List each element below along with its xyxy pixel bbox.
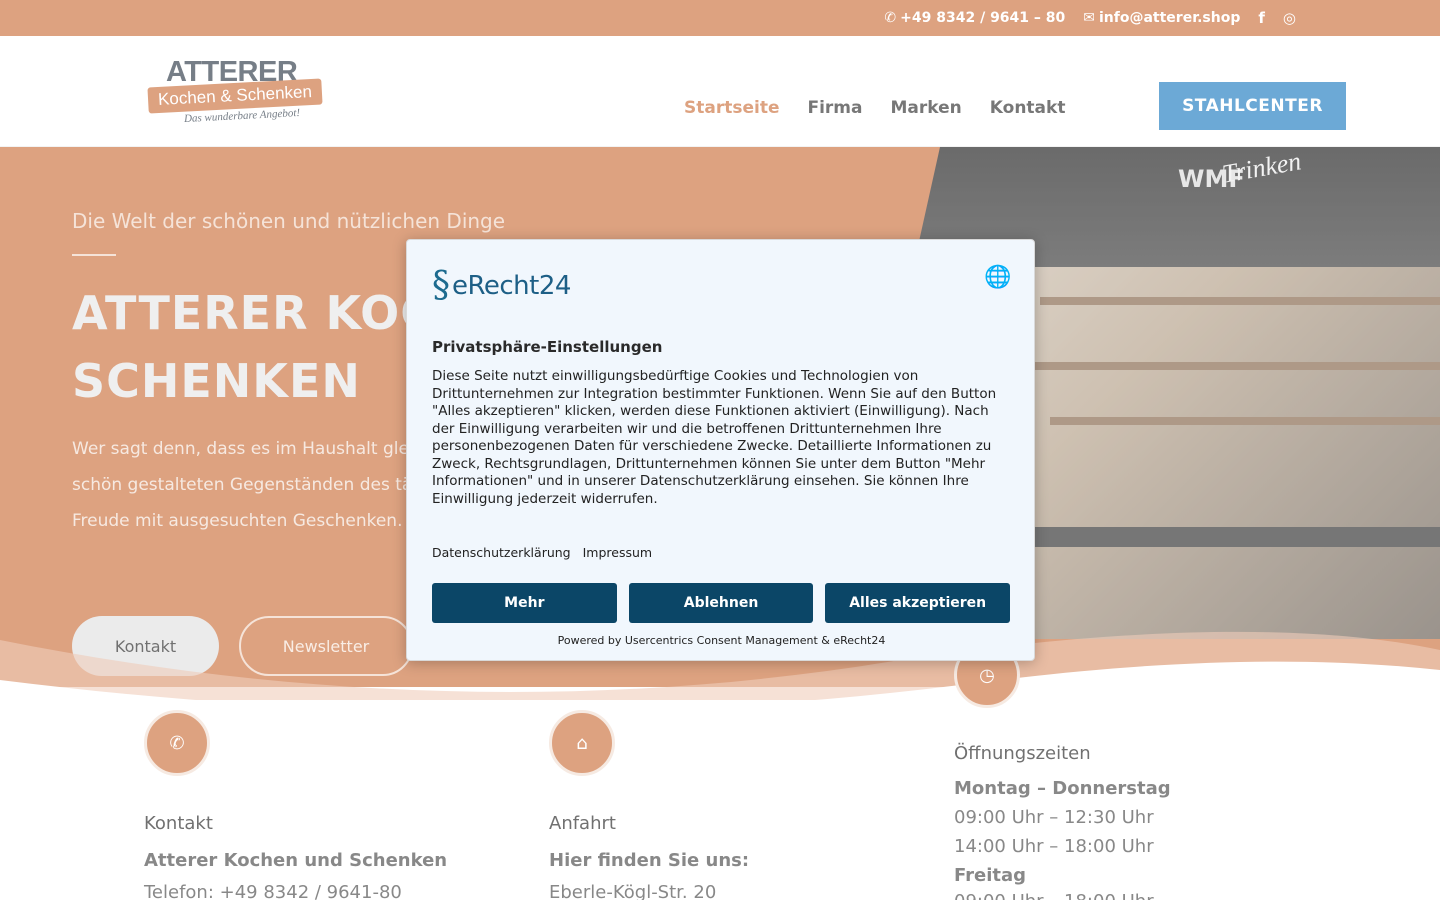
accept-all-button[interactable]: Alles akzeptieren — [825, 583, 1011, 623]
decline-button[interactable]: Ablehnen — [628, 583, 814, 623]
erecht24-mark-icon: § — [432, 265, 450, 306]
erecht24-wordmark: eRecht24 — [452, 271, 571, 301]
consent-heading: Privatsphäre-Einstellungen — [432, 338, 663, 356]
imprint-link[interactable]: Impressum — [583, 545, 652, 560]
powered-by: Powered by Usercentrics Consent Manageme… — [557, 634, 886, 647]
consent-links: Datenschutzerklärung Impressum — [432, 545, 652, 560]
consent-description: Diese Seite nutzt einwilligungsbedürftig… — [432, 368, 997, 507]
more-button[interactable]: Mehr — [432, 583, 617, 623]
privacy-link[interactable]: Datenschutzerklärung — [432, 545, 571, 560]
erecht24-logo: § eRecht24 — [432, 266, 571, 306]
consent-buttons: Mehr Ablehnen Alles akzeptieren — [432, 583, 1011, 623]
language-globe-icon[interactable]: 🌐 — [984, 266, 1011, 290]
consent-dialog: § eRecht24 🌐 Privatsphäre-Einstellungen … — [406, 239, 1035, 661]
